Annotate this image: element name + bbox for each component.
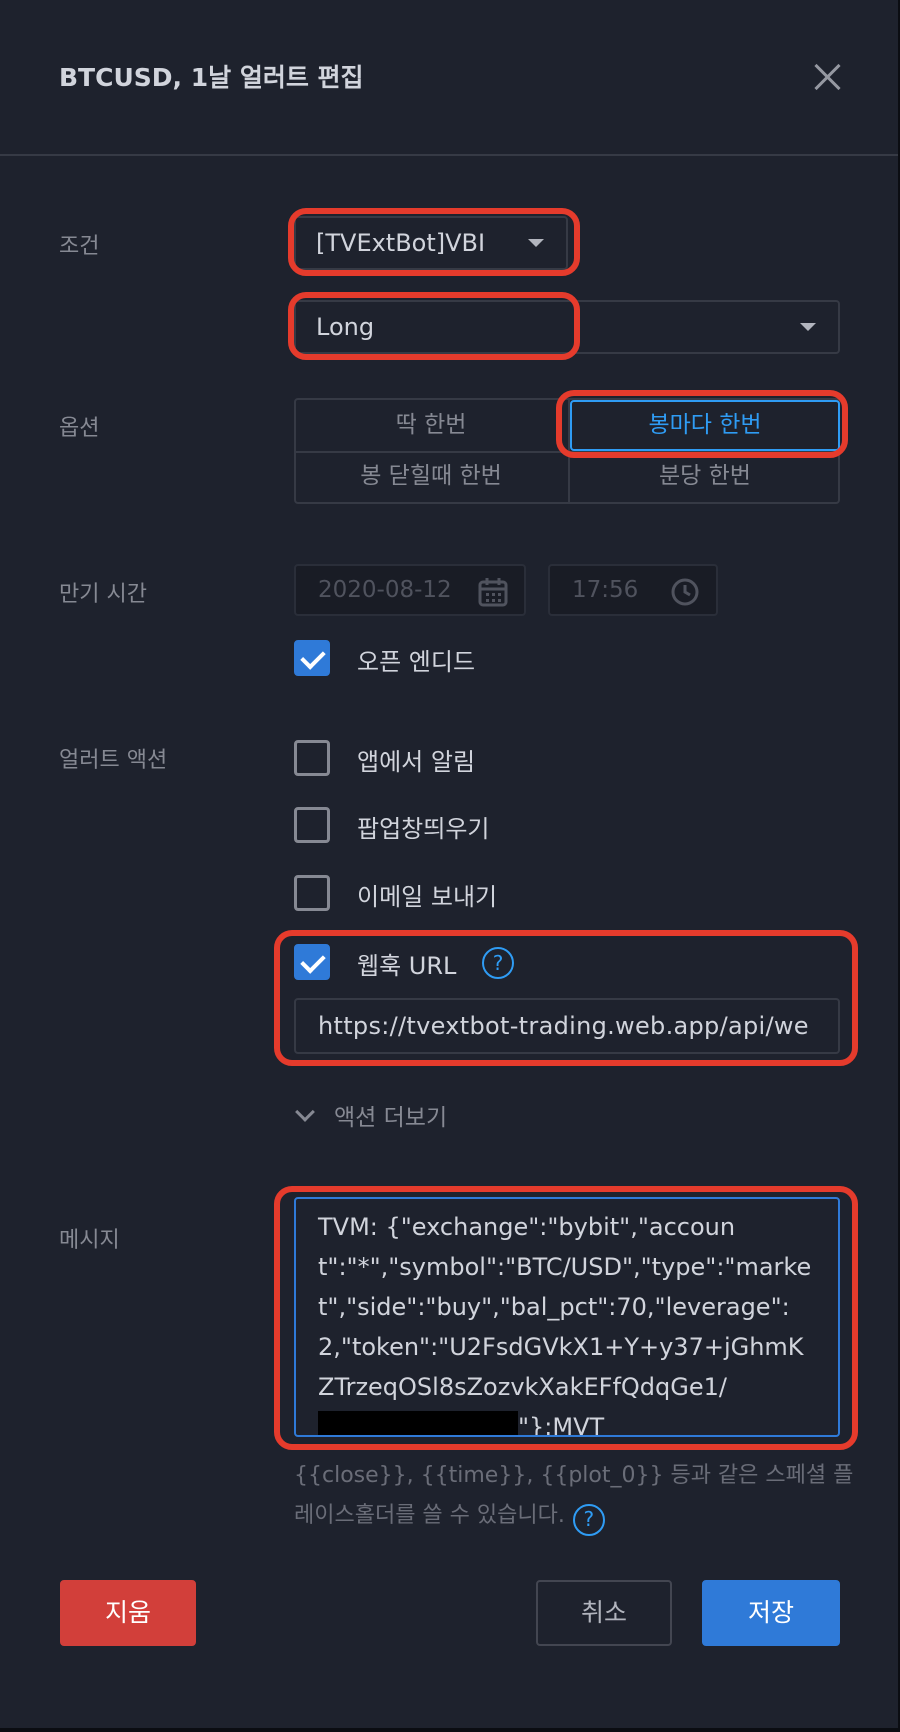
delete-button[interactable]: 지움: [60, 1580, 196, 1646]
expiry-label: 만기 시간: [59, 582, 147, 607]
option-once-per-minute[interactable]: 분당 한번: [570, 451, 840, 502]
option-once[interactable]: 딱 한번: [296, 400, 566, 451]
calendar-icon: [478, 578, 508, 607]
option-once-per-bar[interactable]: 봉마다 한번: [570, 400, 840, 451]
header-divider: [0, 154, 898, 156]
expiry-date-field[interactable]: 2020-08-12: [294, 564, 526, 616]
save-button[interactable]: 저장: [702, 1580, 840, 1646]
expiry-date-value: 2020-08-12: [318, 577, 452, 603]
message-textarea[interactable]: TVM: {"exchange":"bybit","account":"*","…: [294, 1197, 840, 1437]
message-label: 메시지: [59, 1228, 120, 1253]
close-icon[interactable]: [810, 60, 844, 94]
webhook-label: 웹훅 URL: [357, 952, 457, 980]
open-ended-checkbox[interactable]: [294, 640, 330, 676]
more-actions-toggle[interactable]: 액션 더보기: [292, 1098, 447, 1132]
notify-in-app-label: 앱에서 알림: [357, 748, 476, 776]
indicator-select[interactable]: [TVExtBot]VBI: [294, 216, 568, 270]
placeholder-hint: {{close}}, {{time}}, {{plot_0}} 등과 같은 스페…: [294, 1456, 854, 1536]
edit-alert-dialog: BTCUSD, 1날 얼러트 편집 조건 [TVExtBot]VBI Long …: [0, 0, 900, 1732]
webhook-checkbox[interactable]: [294, 944, 330, 980]
webhook-url-input[interactable]: https://tvextbot-trading.web.app/api/we: [294, 998, 840, 1054]
more-actions-label: 액션 더보기: [334, 1105, 448, 1131]
send-email-checkbox[interactable]: [294, 875, 330, 911]
chevron-down-icon: [528, 239, 544, 247]
signal-select-value: Long: [316, 313, 375, 341]
notify-in-app-checkbox[interactable]: [294, 740, 330, 776]
chevron-down-icon: [800, 323, 816, 331]
condition-label: 조건: [59, 234, 100, 259]
options-label: 옵션: [59, 416, 100, 441]
show-popup-label: 팝업창띄우기: [357, 815, 490, 843]
trigger-option-grid: 딱 한번 봉마다 한번 봉 닫힐때 한번 분당 한번: [294, 398, 840, 504]
dialog-title: BTCUSD, 1날 얼러트 편집: [59, 63, 364, 92]
message-text: TVM: {"exchange":"bybit","account":"*","…: [318, 1213, 812, 1401]
cancel-button[interactable]: 취소: [536, 1580, 672, 1646]
message-text-end: "}:MVT: [518, 1413, 605, 1437]
question-icon[interactable]: ?: [572, 1504, 605, 1536]
clock-icon: [671, 578, 699, 606]
indicator-select-value: [TVExtBot]VBI: [316, 229, 486, 257]
chevron-down-icon: [295, 1102, 315, 1122]
option-once-per-bar-close[interactable]: 봉 닫힐때 한번: [296, 451, 566, 502]
open-ended-label: 오픈 엔디드: [357, 648, 476, 676]
redacted-token: [318, 1411, 518, 1435]
show-popup-checkbox[interactable]: [294, 807, 330, 843]
question-icon[interactable]: ?: [482, 947, 514, 979]
expiry-time-field[interactable]: 17:56: [548, 564, 718, 616]
signal-select[interactable]: Long: [294, 300, 840, 354]
send-email-label: 이메일 보내기: [357, 883, 498, 911]
alert-actions-label: 얼러트 액션: [59, 748, 168, 773]
expiry-time-value: 17:56: [572, 577, 639, 603]
